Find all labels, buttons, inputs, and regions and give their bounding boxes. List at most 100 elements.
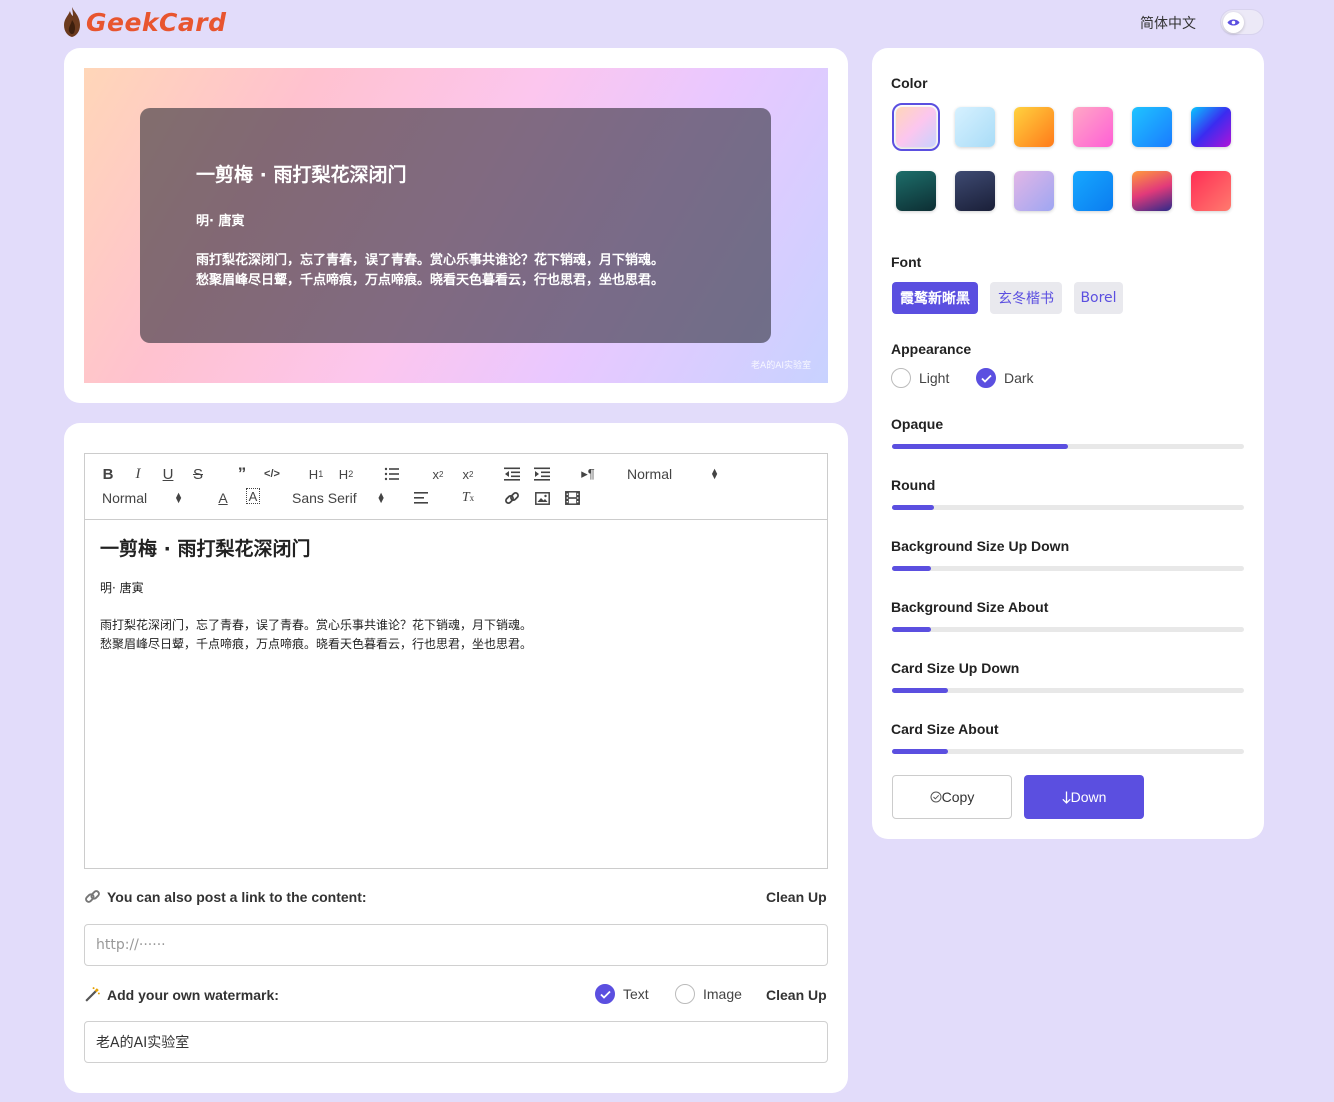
text-direction-icon[interactable]: ▸¶	[577, 464, 599, 484]
link-input[interactable]: http://······	[84, 924, 828, 966]
slider-fill	[892, 566, 931, 571]
color-swatch-orange[interactable]	[1014, 107, 1054, 147]
magic-wand-icon	[85, 987, 100, 1002]
appearance-light-label: Light	[919, 370, 950, 386]
strikethrough-icon[interactable]: S	[187, 464, 209, 484]
card-size-up-down-slider[interactable]	[892, 688, 1244, 693]
indent-icon[interactable]	[531, 464, 553, 484]
check-icon	[976, 368, 996, 388]
copy-label: Copy	[941, 789, 975, 805]
slider-label-card-about: Card Size About	[891, 721, 999, 737]
link-icon[interactable]	[501, 488, 523, 508]
preview-line: 愁聚眉峰尽日颦，千点啼痕，万点啼痕。晓看天色暮看云，行也思君，坐也思君。	[196, 273, 665, 288]
color-swatch-lavender[interactable]	[1014, 171, 1054, 211]
font-select-value: Sans Serif	[292, 490, 357, 506]
watermark-text-label: Text	[623, 986, 649, 1002]
video-icon[interactable]	[561, 488, 583, 508]
font-option-2[interactable]: 玄冬楷书	[990, 282, 1062, 314]
appearance-dark-radio[interactable]: Dark	[976, 368, 1034, 388]
download-button[interactable]: Down	[1024, 775, 1144, 819]
color-swatch-blue[interactable]	[1132, 107, 1172, 147]
preview-card: 一剪梅 · 雨打梨花深闭门 明· 唐寅 雨打梨花深闭门，忘了青春，误了青春。赏心…	[140, 108, 771, 343]
radio-empty-icon	[675, 984, 695, 1004]
underline-icon[interactable]: U	[157, 464, 179, 484]
italic-icon[interactable]: I	[127, 464, 149, 484]
color-label: Color	[891, 75, 928, 91]
image-icon[interactable]	[531, 488, 553, 508]
bg-size-about-slider[interactable]	[892, 627, 1244, 632]
editor-content[interactable]: 一剪梅 · 雨打梨花深闭门 明· 唐寅 雨打梨花深闭门，忘了青春，误了青春。赏心…	[85, 520, 827, 668]
color-swatch-blue-violet[interactable]	[1191, 107, 1231, 147]
logo-text: GeekCard	[86, 7, 227, 37]
arrow-down-icon	[1061, 791, 1071, 804]
select-arrows-icon: ▲ ▼	[174, 490, 184, 505]
font-option-1[interactable]: 霞鹜新晰黑	[892, 282, 978, 314]
color-swatch-sky-light[interactable]	[955, 107, 995, 147]
align-icon[interactable]	[411, 488, 433, 508]
watermark-input[interactable]: 老A的AI实验室	[84, 1021, 828, 1063]
preview-background: 一剪梅 · 雨打梨花深闭门 明· 唐寅 雨打梨花深闭门，忘了青春，误了青春。赏心…	[84, 68, 828, 383]
color-swatch-navy-dark[interactable]	[955, 171, 995, 211]
size-select[interactable]: Normal ▲ ▼	[102, 488, 183, 508]
slider-fill	[892, 444, 1068, 449]
link-label: You can also post a link to the content:	[84, 888, 367, 905]
editor-toolbar: B I U S ” </> H1 H2 x2 x2 ▸¶ Normal ▲▼	[85, 454, 827, 520]
background-color-icon[interactable]: A	[246, 488, 260, 504]
logo[interactable]: GeekCard	[62, 6, 227, 38]
preview-panel: 一剪梅 · 雨打梨花深闭门 明· 唐寅 雨打梨花深闭门，忘了青春，误了青春。赏心…	[64, 48, 848, 403]
color-swatch-pink-pastel[interactable]	[892, 103, 940, 151]
check-circle-icon	[930, 791, 942, 803]
opaque-slider[interactable]	[892, 444, 1244, 449]
outdent-icon[interactable]	[501, 464, 523, 484]
h2-icon[interactable]: H2	[335, 464, 357, 484]
appearance-light-radio[interactable]: Light	[891, 368, 949, 388]
watermark-cleanup-button[interactable]: Clean Up	[766, 987, 827, 1003]
h1-icon[interactable]: H1	[305, 464, 327, 484]
slider-fill	[892, 749, 949, 754]
link-icon	[85, 890, 100, 903]
color-swatch-sunset[interactable]	[1132, 171, 1172, 211]
language-selector[interactable]: 简体中文	[1140, 13, 1196, 33]
font-color-icon[interactable]: A	[212, 488, 234, 508]
settings-panel: Color Font 霞鹜新晰黑 玄冬楷书 Borel Appearance L…	[872, 48, 1264, 839]
slider-label-round: Round	[891, 477, 936, 493]
content-line: 雨打梨花深闭门，忘了青春，误了青春。赏心乐事共谁论？花下销魂，月下销魂。	[100, 618, 533, 632]
link-cleanup-button[interactable]: Clean Up	[766, 889, 827, 905]
watermark-image-radio[interactable]: Image	[675, 984, 742, 1004]
radio-empty-icon	[891, 368, 911, 388]
font-option-3[interactable]: Borel	[1074, 282, 1123, 314]
font-label: Font	[891, 254, 922, 270]
rich-text-editor: B I U S ” </> H1 H2 x2 x2 ▸¶ Normal ▲▼	[84, 453, 828, 869]
slider-label-bg-up-down: Background Size Up Down	[891, 538, 1070, 554]
bg-size-up-down-slider[interactable]	[892, 566, 1244, 571]
bold-icon[interactable]: B	[97, 464, 119, 484]
code-icon[interactable]: </>	[261, 464, 283, 484]
preview-title: 一剪梅 · 雨打梨花深闭门	[196, 164, 407, 186]
card-size-about-slider[interactable]	[892, 749, 1244, 754]
link-label-text: You can also post a link to the content:	[107, 888, 367, 905]
slider-label-card-up-down: Card Size Up Down	[891, 660, 1020, 676]
color-swatch-pink-magenta[interactable]	[1073, 107, 1113, 147]
color-swatch-azure[interactable]	[1073, 171, 1113, 211]
appearance-dark-label: Dark	[1004, 370, 1034, 386]
header-select[interactable]: Normal ▲ ▼	[627, 464, 719, 484]
color-swatch-teal-dark[interactable]	[896, 171, 936, 211]
watermark-label-text: Add your own watermark:	[107, 986, 279, 1003]
appearance-label: Appearance	[891, 341, 972, 357]
round-slider[interactable]	[892, 505, 1244, 510]
size-select-value: Normal	[102, 490, 148, 506]
subscript-icon[interactable]: x2	[427, 464, 449, 484]
blockquote-icon[interactable]: ”	[231, 464, 253, 484]
check-icon	[595, 984, 615, 1004]
superscript-icon[interactable]: x2	[457, 464, 479, 484]
copy-button[interactable]: Copy	[892, 775, 1012, 819]
font-select[interactable]: Sans Serif ▲ ▼	[292, 488, 386, 508]
watermark-text-radio[interactable]: Text	[595, 984, 649, 1004]
slider-label-opaque: Opaque	[891, 416, 944, 432]
slider-fill	[892, 505, 935, 510]
preview-toggle[interactable]	[1220, 9, 1264, 35]
color-swatch-red[interactable]	[1191, 171, 1231, 211]
clear-format-icon[interactable]: Tx	[457, 488, 479, 508]
list-icon[interactable]	[381, 464, 403, 484]
watermark-label: Add your own watermark:	[84, 986, 279, 1003]
